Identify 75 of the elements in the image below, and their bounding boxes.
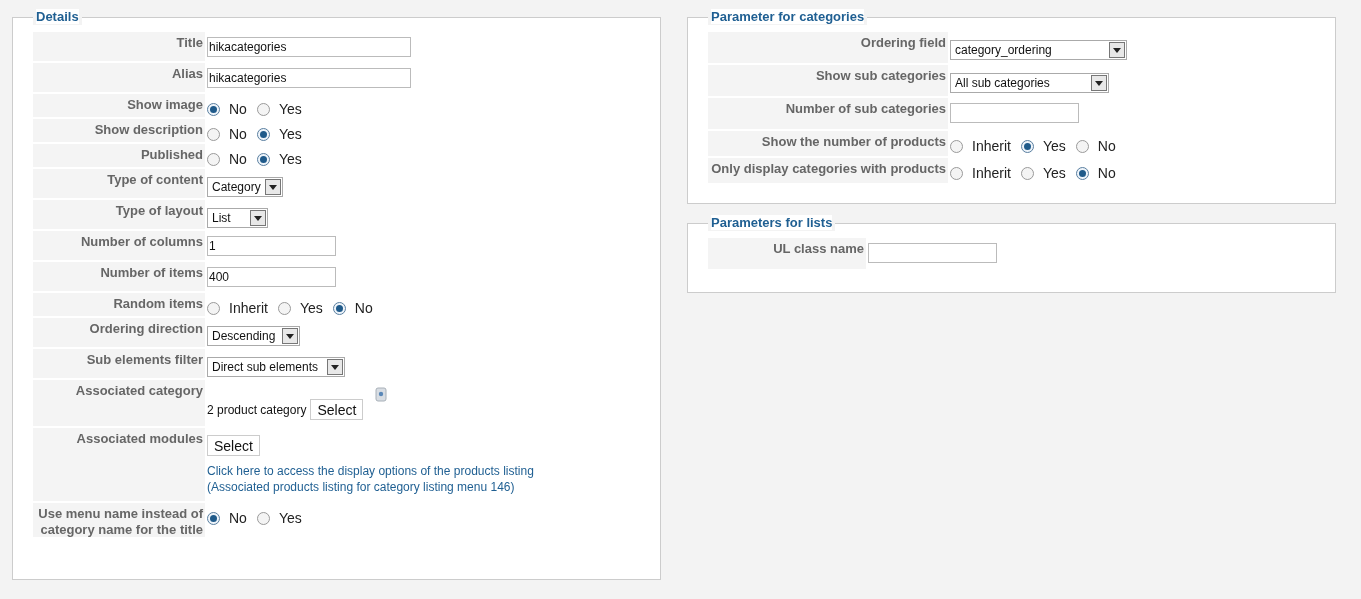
dropdown[interactable]: Direct sub elements	[207, 357, 345, 377]
radio-button[interactable]	[1020, 140, 1034, 153]
radio-button[interactable]	[207, 128, 220, 141]
radio-label: No	[229, 509, 247, 528]
field-label: Associated category	[33, 380, 205, 426]
dropdown[interactable]: List	[207, 208, 268, 228]
text-field[interactable]: hikacategories	[207, 37, 411, 57]
field-label: Number of columns	[33, 231, 205, 260]
field-label: Ordering field	[708, 32, 948, 63]
field-label: Only display categories with products	[708, 158, 948, 183]
radio-label: Yes	[278, 150, 302, 169]
field-label: Title	[33, 32, 205, 61]
field-label: Random items	[33, 293, 205, 316]
radio-label: No	[229, 100, 247, 119]
radio-button[interactable]	[207, 153, 220, 166]
radio-button[interactable]	[1075, 167, 1089, 180]
radio-label: Yes	[1042, 164, 1066, 183]
dropdown[interactable]: category_ordering	[950, 40, 1127, 60]
radio-button[interactable]	[256, 153, 270, 166]
dropdown[interactable]: Descending	[207, 326, 300, 346]
field-label: Use menu name instead of category name for the title	[33, 503, 205, 537]
dropdown[interactable]: Category	[207, 177, 283, 197]
radio-button[interactable]	[256, 512, 270, 525]
text-field[interactable]: 400	[207, 267, 336, 287]
radio-label: Yes	[278, 125, 302, 144]
radio-label: Yes	[299, 299, 323, 318]
select-button[interactable]: Select	[207, 435, 260, 456]
text-field[interactable]	[950, 103, 1079, 123]
category-count: 2 product category	[207, 401, 307, 419]
text-field[interactable]: hikacategories	[207, 68, 411, 88]
radio-button[interactable]	[277, 302, 291, 315]
radio-label: No	[229, 150, 247, 169]
radio-button[interactable]	[207, 103, 220, 116]
radio-button[interactable]	[207, 512, 220, 525]
field-label: Number of items	[33, 262, 205, 291]
radio-label: Yes	[1042, 137, 1066, 156]
field-label: Published	[33, 144, 205, 167]
radio-label: No	[1097, 137, 1116, 156]
field-label: Type of layout	[33, 200, 205, 229]
fieldset-legend: Parameters for lists	[708, 215, 836, 231]
radio-button[interactable]	[950, 167, 963, 180]
field-label: Sub elements filter	[33, 349, 205, 378]
field-label: Show sub categories	[708, 65, 948, 96]
radio-button[interactable]	[332, 302, 346, 315]
radio-label: No	[1097, 164, 1116, 183]
field-label: Show image	[33, 94, 205, 117]
dropdown[interactable]: All sub categories	[950, 73, 1109, 93]
field-label: Show description	[33, 119, 205, 142]
field-label: Associated modules	[33, 428, 205, 501]
radio-label: Inherit	[972, 137, 1011, 156]
radio-label: Yes	[278, 100, 302, 119]
radio-button[interactable]	[1020, 167, 1034, 180]
field-label: Number of sub categories	[708, 98, 948, 129]
radio-label: No	[354, 299, 373, 318]
field-label: Ordering direction	[33, 318, 205, 347]
fieldset-legend: Parameter for categories	[708, 9, 868, 25]
radio-button[interactable]	[256, 128, 270, 141]
radio-button[interactable]	[207, 302, 220, 315]
radio-button[interactable]	[256, 103, 270, 116]
field-label: UL class name	[708, 238, 866, 269]
select-button[interactable]: Select	[310, 399, 364, 420]
field-label: Alias	[33, 63, 205, 92]
text-field[interactable]	[868, 243, 997, 263]
field-label: Type of content	[33, 169, 205, 198]
radio-label: Inherit	[229, 299, 268, 318]
radio-label: Inherit	[972, 164, 1011, 183]
radio-label: No	[229, 125, 247, 144]
fieldset-legend: Details	[33, 9, 82, 25]
link-note: (Associated products listing for category listing menu 146)	[207, 479, 515, 495]
radio-button[interactable]	[950, 140, 963, 153]
field-label: Show the number of products	[708, 131, 948, 156]
radio-label: Yes	[278, 509, 302, 528]
text-field[interactable]: 1	[207, 236, 336, 256]
display-options-link[interactable]: Click here to access the display options of the products listing	[207, 463, 534, 479]
radio-button[interactable]	[1075, 140, 1089, 153]
